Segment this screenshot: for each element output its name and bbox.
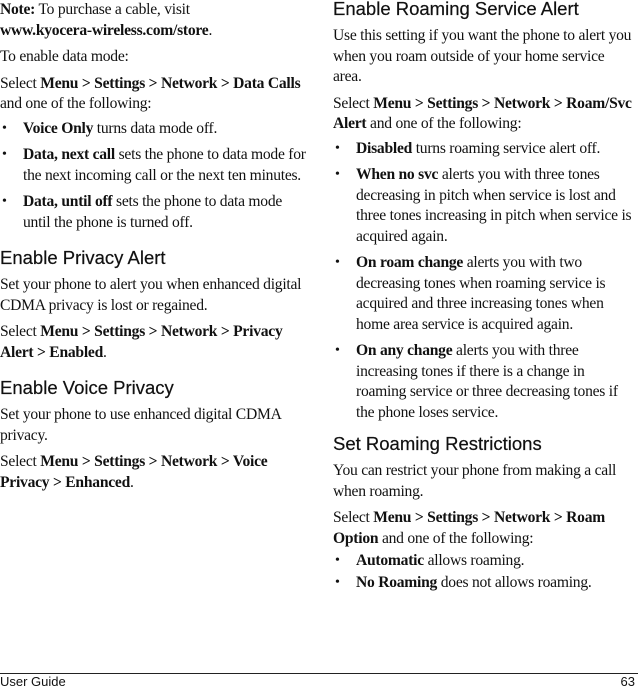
data-mode-intro: To enable data mode: — [0, 48, 129, 65]
bullet-icon: • — [335, 167, 340, 182]
list-item: • Data, until off sets the phone to data … — [2, 193, 283, 231]
list-item: • No Roaming does not allows roaming. — [333, 573, 635, 594]
list-item: • Automatic allows roaming. — [333, 551, 635, 572]
store-url[interactable]: www.kyocera-wireless.com/store — [0, 22, 209, 39]
roaming-restrictions-body: You can restrict your phone from making … — [333, 462, 617, 500]
roaming-alert-body: Use this setting if you want the phone t… — [333, 27, 632, 85]
voice-privacy-select: Select Menu > Settings > Network > Voice… — [0, 453, 268, 491]
privacy-alert-body: Set your phone to alert you when enhance… — [0, 276, 302, 314]
bullet-icon: • — [2, 120, 7, 136]
menu-path: Menu > Settings > Network > Voice Privac… — [0, 453, 268, 491]
list-item: • On any change alerts you with three inc… — [335, 342, 618, 421]
bullet-icon: • — [335, 343, 340, 358]
menu-path: Menu > Settings > Network > Data Calls — [40, 74, 301, 92]
footer-title: User Guide — [0, 674, 66, 689]
bullet-icon: • — [335, 574, 340, 590]
list-item: • Data, next call sets the phone to data … — [2, 146, 306, 184]
data-mode-options: • Voice Only turns data mode off. • Data, … — [0, 119, 312, 234]
privacy-alert-heading: Enable Privacy Alert — [0, 247, 166, 268]
list-item: • Voice Only turns data mode off. — [0, 119, 312, 140]
menu-path: Menu > Settings > Network > Privacy Aler… — [0, 323, 283, 361]
bullet-icon: • — [2, 147, 7, 162]
privacy-alert-select: Select Menu > Settings > Network > Priva… — [0, 323, 283, 361]
bullet-icon: • — [335, 553, 340, 568]
left-column: Note: To purchase a cable, visit www.kyo… — [0, 0, 312, 493]
list-item: • Disabled turns roaming service alert of… — [333, 139, 635, 160]
roaming-restrictions-select: Select Menu > Settings > Network > Roam … — [333, 509, 606, 547]
bullet-icon: • — [335, 140, 340, 156]
list-item: • When no svc alerts you with three tones… — [335, 166, 632, 245]
list-item: • On roam change alerts you with two decr… — [335, 254, 606, 333]
roaming-restrictions-options: • Automatic allows roaming. • No Roaming d… — [333, 551, 635, 593]
note-label: Note: — [0, 1, 36, 18]
roaming-alert-heading: Enable Roaming Service Alert — [333, 0, 579, 19]
roaming-alert-options: • Disabled turns roaming service alert of… — [333, 139, 635, 424]
footer-divider — [0, 673, 638, 674]
right-column: Enable Roaming Service Alert Use this se… — [333, 0, 635, 599]
note-paragraph: Note: To purchase a cable, visit www.kyo… — [0, 1, 213, 39]
voice-privacy-body: Set your phone to use enhanced digital C… — [0, 406, 281, 444]
roaming-restrictions-heading: Set Roaming Restrictions — [333, 433, 542, 454]
data-mode-select: Select Menu > Settings > Network > Data … — [0, 74, 301, 113]
bullet-icon: • — [2, 194, 7, 209]
page-number: 63 — [620, 674, 635, 689]
voice-privacy-heading: Enable Voice Privacy — [0, 377, 174, 398]
roaming-alert-select: Select Menu > Settings > Network > Roam/… — [333, 94, 632, 133]
bullet-icon: • — [335, 255, 340, 270]
